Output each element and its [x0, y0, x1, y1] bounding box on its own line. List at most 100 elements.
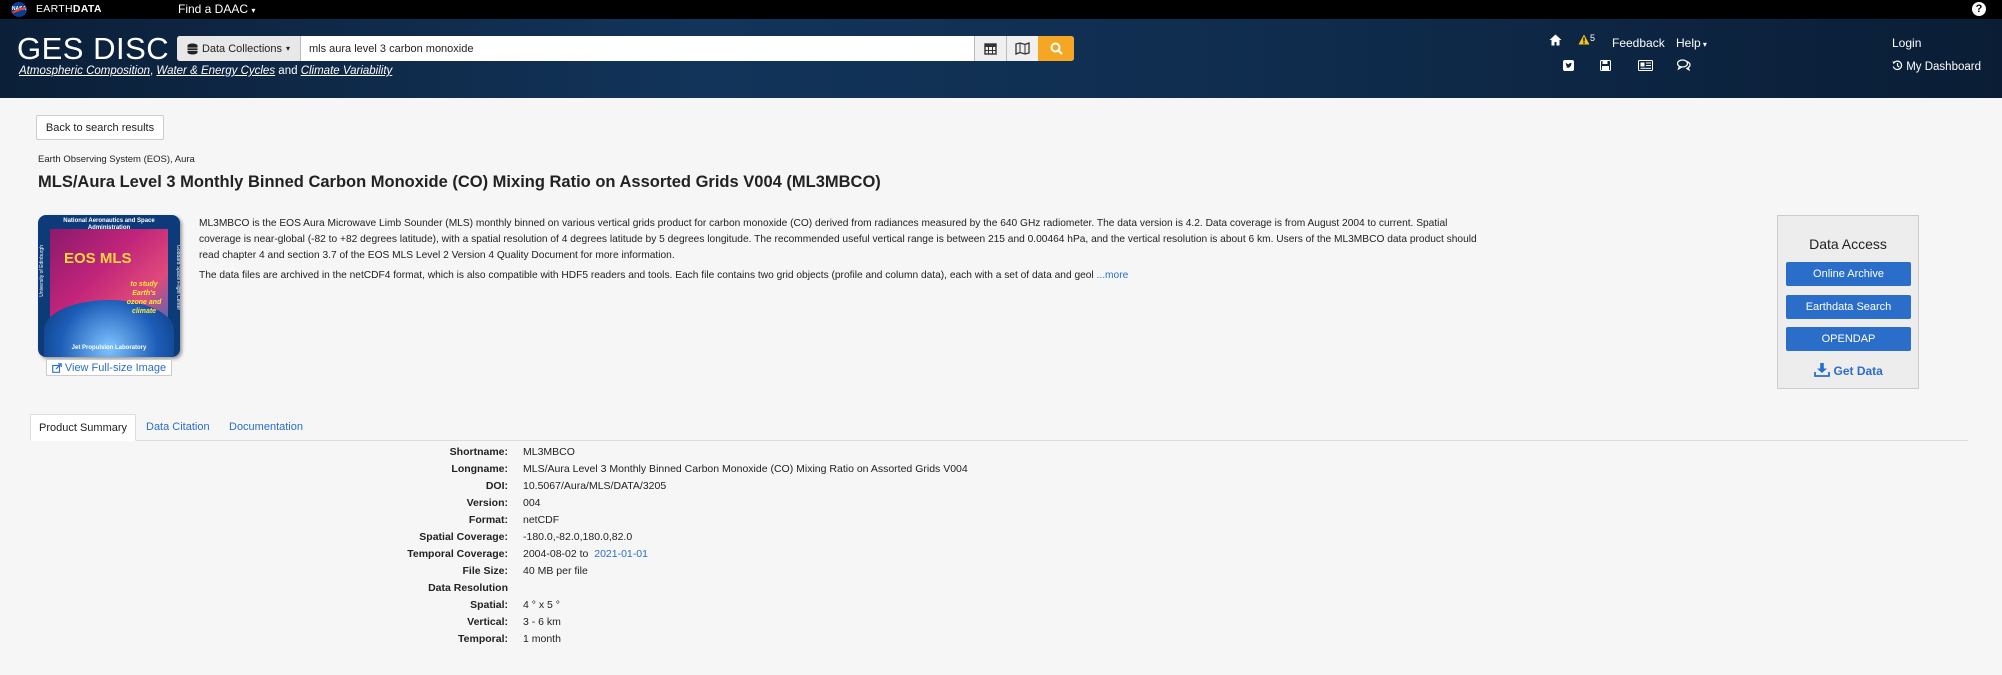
login-link[interactable]: Login [1892, 36, 1921, 50]
help-menu-label: Help [1676, 36, 1701, 50]
dataset-thumbnail[interactable]: National Aeronautics and Space Administr… [38, 215, 180, 357]
earthdata-top-bar: NASA EARTHDATA Find a DAAC ▾ ? [0, 0, 2002, 19]
tab-data-citation[interactable]: Data Citation [138, 414, 218, 439]
alert-count: 5 [1590, 33, 1596, 43]
summary-value: 1 month [523, 633, 561, 645]
summary-row-longname: Longname: MLS/Aura Level 3 Monthly Binned… [0, 463, 2002, 480]
summary-row-version: Version: 004 [0, 497, 2002, 514]
feedback-link[interactable]: Feedback [1612, 36, 1665, 50]
download-icon [1814, 363, 1831, 377]
summary-row-doi: DOI: 10.5067/Aura/MLS/DATA/3205 [0, 480, 2002, 497]
summary-value: 3 - 6 km [523, 616, 561, 628]
map-button[interactable] [1006, 36, 1038, 61]
get-data-label: Get Data [1833, 364, 1883, 378]
search-bar: Data Collections ▾ [177, 36, 1074, 61]
warning-icon [1578, 34, 1590, 45]
tagline-and: and [278, 65, 298, 77]
summary-label: Data Resolution [428, 582, 508, 594]
summary-row-temporal: Temporal: 1 month [0, 633, 2002, 650]
search-input[interactable] [301, 36, 974, 61]
site-tagline: Atmospheric Composition, Water & Energy … [19, 65, 392, 77]
summary-label: Format: [468, 514, 508, 526]
view-fullsize-label: View Full-size Image [64, 361, 167, 374]
my-dashboard-label: My Dashboard [1906, 61, 1981, 73]
temporal-end-link[interactable]: 2021-01-01 [594, 548, 648, 560]
twitter-icon[interactable] [1563, 59, 1574, 74]
back-to-search-button[interactable]: Back to search results [36, 115, 164, 140]
alerts-button[interactable]: 5 [1578, 33, 1595, 48]
my-dashboard-link[interactable]: My Dashboard [1892, 60, 1981, 73]
abstract-paragraph-1: ML3MBCO is the EOS Aura Microwave Limb S… [199, 218, 1477, 261]
thumbnail-title: EOS MLS [64, 250, 132, 267]
find-daac-menu[interactable]: Find a DAAC ▾ [178, 2, 255, 16]
abstract-paragraph-2: The data files are archived in the netCD… [199, 268, 1489, 284]
summary-row-temporal-coverage: Temporal Coverage: 2004-08-02 to 2021-01-… [0, 548, 2002, 565]
search-icon [1050, 42, 1063, 55]
history-icon [1892, 60, 1903, 71]
summary-label: DOI: [485, 480, 508, 492]
tagline-link-water[interactable]: Water & Energy Cycles [156, 65, 275, 77]
summary-value: 004 [523, 497, 541, 509]
data-access-title: Data Access [1809, 236, 1887, 252]
summary-label: Shortname: [449, 446, 508, 458]
summary-value: 4 ° x 5 ° [523, 599, 560, 611]
external-link-icon [52, 362, 62, 373]
summary-label: Temporal: [458, 633, 508, 645]
thumbnail-top-text: National Aeronautics and Space Administr… [63, 218, 155, 231]
summary-value: 10.5067/Aura/MLS/DATA/3205 [523, 480, 667, 492]
get-data-link[interactable]: Get Data [1786, 363, 1911, 378]
earthdata-search-button[interactable]: Earthdata Search [1786, 295, 1911, 319]
home-icon[interactable] [1549, 34, 1562, 49]
save-icon[interactable] [1600, 59, 1611, 74]
summary-row-shortname: Shortname: ML3MBCO [0, 446, 2002, 463]
help-menu[interactable]: Help ▾ [1676, 36, 1707, 50]
dataset-abstract: ML3MBCO is the EOS Aura Microwave Limb S… [199, 216, 1489, 288]
summary-label: File Size: [462, 565, 508, 577]
online-archive-button[interactable]: Online Archive [1786, 262, 1911, 286]
summary-row-data-resolution: Data Resolution [0, 582, 2002, 599]
summary-label: Vertical: [467, 616, 508, 628]
find-daac-label: Find a DAAC [178, 2, 249, 16]
tab-documentation[interactable]: Documentation [221, 414, 311, 439]
summary-row-file-size: File Size: 40 MB per file [0, 565, 2002, 582]
summary-value: ML3MBCO [523, 446, 575, 458]
nasa-logo[interactable]: NASA [11, 2, 27, 17]
abstract-paragraph-2-text: The data files are archived in the netCD… [199, 270, 1094, 281]
search-button[interactable] [1038, 36, 1074, 61]
summary-label: Spatial Coverage: [419, 531, 508, 543]
summary-row-spatial-coverage: Spatial Coverage: -180.0,-82.0,180.0,82.0 [0, 531, 2002, 548]
earthdata-brand[interactable]: EARTHDATA [36, 3, 102, 15]
summary-row-vertical: Vertical: 3 - 6 km [0, 616, 2002, 633]
thumbnail-left-text: University of Edinburgh [39, 245, 45, 297]
map-icon [1015, 42, 1030, 55]
summary-row-format: Format: netCDF [0, 514, 2002, 531]
temporal-start: 2004-08-02 to [523, 548, 589, 560]
caret-down-icon: ▾ [286, 44, 291, 53]
caret-down-icon: ▾ [1700, 40, 1707, 49]
site-header: GES DISC Atmospheric Composition, Water … [0, 19, 2002, 98]
thumbnail-right-text: Goddard Space Flight Center [175, 245, 180, 311]
summary-row-spatial: Spatial: 4 ° x 5 ° [0, 599, 2002, 616]
thumbnail-subtitle: to study Earth's ozone and climate [126, 281, 162, 315]
brand-prefix: EARTH [36, 3, 73, 15]
caret-down-icon: ▾ [251, 6, 256, 15]
summary-value: netCDF [523, 514, 560, 526]
tagline-link-atmospheric[interactable]: Atmospheric Composition [19, 65, 150, 77]
summary-label: Version: [466, 497, 508, 509]
view-fullsize-image-link[interactable]: View Full-size Image [46, 359, 172, 376]
tab-product-summary[interactable]: Product Summary [30, 414, 137, 441]
opendap-button[interactable]: OPENDAP [1786, 327, 1911, 351]
newspaper-icon[interactable] [1638, 59, 1653, 74]
summary-label: Temporal Coverage: [407, 548, 508, 560]
summary-label: Spatial: [470, 599, 508, 611]
help-icon[interactable]: ? [1972, 2, 1986, 16]
chat-icon[interactable] [1676, 59, 1691, 74]
more-link[interactable]: ...more [1097, 270, 1129, 281]
tagline-link-climate[interactable]: Climate Variability [301, 65, 393, 77]
summary-label: Longname: [451, 463, 508, 475]
page-title: MLS/Aura Level 3 Monthly Binned Carbon M… [38, 173, 881, 191]
calendar-button[interactable] [974, 36, 1006, 61]
site-title[interactable]: GES DISC [17, 31, 169, 67]
data-collections-dropdown[interactable]: Data Collections ▾ [177, 36, 301, 61]
thumbnail-bottom-text: Jet Propulsion Laboratory [71, 345, 147, 351]
